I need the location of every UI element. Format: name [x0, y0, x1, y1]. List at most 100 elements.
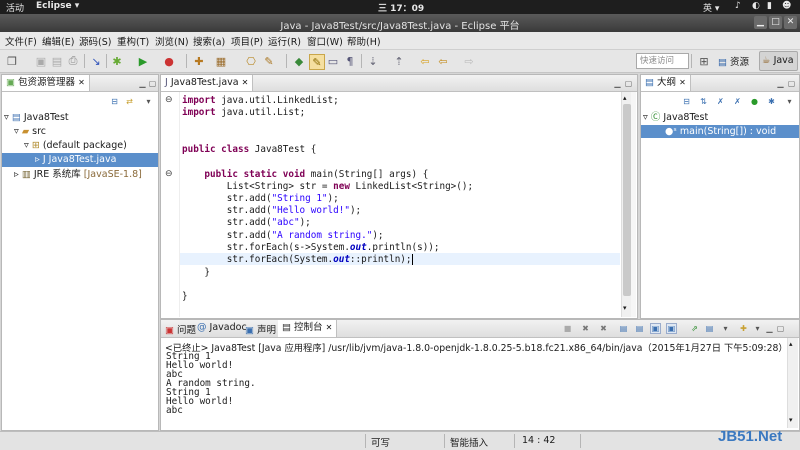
close-tab-icon[interactable]: ✕ [679, 78, 686, 87]
pin-console-icon[interactable]: ⇗ [690, 324, 699, 333]
view-menu-icon[interactable]: ▾ [144, 97, 153, 106]
code-line[interactable]: str.forEach(s->System.out.println(s)); [182, 242, 440, 254]
collapse-all-icon[interactable]: ⊟ [110, 97, 119, 106]
code-line[interactable]: str.add("String 1"); [182, 193, 339, 205]
menu-run[interactable]: 运行(R) [268, 34, 301, 48]
code-line[interactable]: import java.util.LinkedList; [182, 95, 339, 107]
minimize-view-icon[interactable]: ▁ [138, 79, 147, 88]
debug-icon[interactable]: ✱ [110, 54, 124, 68]
tree-item-default-package[interactable]: ▿ ⊞ (default package) [24, 140, 127, 152]
open-type-icon[interactable]: ⎔ [244, 54, 258, 68]
code-line[interactable]: str.forEach(System.out::println); [182, 254, 413, 266]
view-menu-icon[interactable]: ▾ [785, 97, 794, 106]
fold-icon[interactable]: ⊖ [165, 169, 173, 179]
scroll-down-icon[interactable]: ▾ [789, 416, 793, 424]
tree-item-java8test-java[interactable]: ▹ J Java8Test.java [2, 153, 158, 167]
fold-icon[interactable]: ⊖ [165, 95, 173, 105]
hide-nonpublic-icon[interactable]: ● [750, 97, 759, 106]
terminate-icon[interactable]: ■ [563, 324, 572, 333]
back-icon[interactable]: ⇦ [436, 54, 450, 68]
scroll-up-icon[interactable]: ▴ [789, 340, 793, 348]
clock[interactable]: 三 17：09 [378, 1, 424, 14]
perspective-java-button[interactable]: ☕ Java [759, 51, 798, 71]
menu-project[interactable]: 项目(P) [231, 34, 263, 48]
network-icon[interactable]: ◐ [752, 1, 760, 11]
next-annotation-down-icon[interactable]: ⇣ [366, 54, 380, 68]
save-all-icon[interactable]: ▤ [50, 54, 64, 68]
maximize-view-icon[interactable]: ▢ [776, 324, 785, 333]
new-icon[interactable]: ❐ [5, 54, 19, 68]
battery-icon[interactable]: ▮ [767, 1, 772, 11]
menu-source[interactable]: 源码(S) [79, 34, 111, 48]
maximize-view-icon[interactable]: ▢ [787, 79, 796, 88]
expand-arrow-icon[interactable]: ▿ [4, 112, 9, 123]
tab-editor-java8test[interactable]: J Java8Test.java ✕ [161, 75, 254, 91]
sound-icon[interactable]: ♪ [735, 1, 741, 11]
tree-item-src[interactable]: ▿ ▰ src [14, 126, 46, 138]
hide-fields-icon[interactable]: ✗ [716, 97, 725, 106]
app-menu-button[interactable]: Eclipse ▾ [36, 1, 79, 11]
close-icon[interactable]: ✕ [784, 16, 797, 29]
new-package-icon[interactable]: ▦ [214, 54, 228, 68]
open-console-dropdown-icon[interactable]: ▾ [753, 324, 762, 333]
maximize-icon[interactable]: □ [769, 16, 782, 29]
expand-arrow-icon[interactable]: ▿ [24, 140, 29, 151]
print-icon[interactable]: ⎙ [66, 54, 80, 68]
tab-javadoc[interactable]: @ Javadoc [197, 322, 247, 333]
tree-item-project[interactable]: ▿ ▤ Java8Test [4, 112, 69, 124]
quick-access-input[interactable]: 快速访问 [636, 53, 689, 69]
collapse-arrow-icon[interactable]: ▹ [2, 154, 40, 165]
forward-icon[interactable]: ⇨ [462, 54, 476, 68]
code-line[interactable]: str.add("A random string."); [182, 230, 384, 242]
scroll-lock-icon[interactable]: ▤ [635, 324, 644, 333]
skip-breakpoints-icon[interactable]: ↘ [89, 54, 103, 68]
menu-search[interactable]: 搜索(a) [193, 34, 225, 48]
menu-help[interactable]: 帮助(H) [347, 34, 381, 48]
show-whitespace-icon[interactable]: ¶ [343, 54, 357, 68]
outline-method-item[interactable]: ●ˢ main(String[]) : void [641, 125, 799, 138]
code-line[interactable]: List<String> str = new LinkedList<String… [182, 181, 473, 193]
previous-annotation-icon[interactable]: ⇡ [392, 54, 406, 68]
console-vertical-scrollbar[interactable]: ▴ ▾ [787, 338, 798, 428]
display-console-dropdown-icon[interactable]: ▾ [721, 324, 730, 333]
tree-item-jre[interactable]: ▹ ▥ JRE 系统库 [JavaSE-1.8] [14, 169, 142, 181]
remove-all-terminated-icon[interactable]: ✖ [599, 324, 608, 333]
toggle-mark-occurrences-icon[interactable]: ✎ [309, 54, 325, 70]
open-perspective-icon[interactable]: ⊞ [697, 54, 711, 68]
last-edit-location-icon[interactable]: ⇦ [418, 54, 432, 68]
display-console-icon[interactable]: ▤ [705, 324, 714, 333]
scrollbar-thumb[interactable] [623, 104, 631, 296]
code-line[interactable]: import java.util.List; [182, 107, 305, 119]
minimize-view-icon[interactable]: ▁ [765, 324, 774, 333]
code-line[interactable]: } [182, 267, 210, 279]
tab-declaration[interactable]: ▣ 声明 [245, 322, 276, 336]
perspective-resource-button[interactable]: ▤ 资源 [718, 54, 749, 68]
code-line[interactable]: public static void main(String[] args) { [182, 169, 428, 181]
code-line[interactable]: public class Java8Test { [182, 144, 316, 156]
remove-launch-icon[interactable]: ✖ [581, 324, 590, 333]
show-on-stderr-icon[interactable]: ▣ [666, 323, 677, 334]
activities-button[interactable]: 活动 [6, 1, 24, 14]
menu-file[interactable]: 文件(F) [5, 34, 37, 48]
code-line[interactable]: str.add("abc"); [182, 217, 311, 229]
tab-console[interactable]: ▤ 控制台 ✕ [278, 320, 338, 337]
close-tab-icon[interactable]: ✕ [78, 78, 85, 87]
clear-console-icon[interactable]: ▤ [619, 324, 628, 333]
hide-static-icon[interactable]: ✗ [733, 97, 742, 106]
open-console-icon[interactable]: ✚ [739, 324, 748, 333]
sort-icon[interactable]: ⇅ [699, 97, 708, 106]
menu-edit[interactable]: 编辑(E) [42, 34, 74, 48]
tab-package-explorer[interactable]: ▣ 包资源管理器 ✕ [2, 75, 90, 91]
code-line[interactable]: } [182, 291, 188, 303]
hide-local-types-icon[interactable]: ✱ [767, 97, 776, 106]
menu-navigate[interactable]: 浏览(N) [155, 34, 189, 48]
minimize-icon[interactable]: ▁ [754, 16, 767, 29]
show-on-stdout-icon[interactable]: ▣ [650, 323, 661, 334]
menu-refactor[interactable]: 重构(T) [117, 34, 149, 48]
close-tab-icon[interactable]: ✕ [242, 78, 249, 87]
code-line[interactable]: str.add("Hello world!"); [182, 205, 361, 217]
minimize-view-icon[interactable]: ▁ [776, 79, 785, 88]
maximize-view-icon[interactable]: ▢ [148, 79, 157, 88]
search-icon[interactable]: ✎ [262, 54, 276, 68]
link-with-editor-icon[interactable]: ⇄ [125, 97, 134, 106]
